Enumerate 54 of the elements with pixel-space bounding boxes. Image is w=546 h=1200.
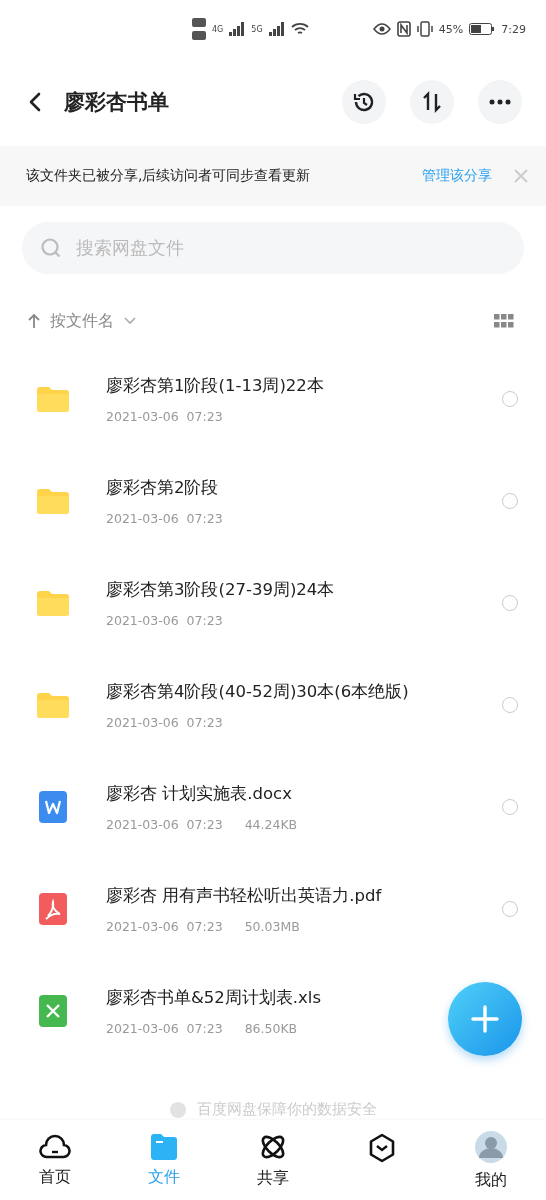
battery-icon [469,23,496,35]
file-name[interactable]: 廖彩杏第4阶段(40-52周)30本(6本绝版) [106,680,409,703]
folder-icon [148,1132,179,1161]
battery-percent: 45% [438,22,464,36]
file-date: 2021-03-06 07:23 [106,918,223,934]
spreadsheet-icon [36,994,70,1028]
file-name[interactable]: 廖彩杏第3阶段(27-39周)24本 [106,578,335,601]
file-date: 2021-03-06 07:23 [106,816,223,832]
file-size: 44.24KB [244,816,298,832]
plus-icon [470,1004,500,1034]
transfer-button[interactable] [410,80,454,124]
file-name[interactable]: 廖彩杏 计划实施表.docx [106,782,292,805]
grid-view-icon[interactable] [494,314,514,328]
hexagon-icon [368,1132,397,1163]
sort-dropdown[interactable]: 按文件名 [50,310,114,332]
file-name[interactable]: 廖彩杏第2阶段 [106,476,219,499]
close-icon[interactable] [514,169,528,183]
file-size: 50.03MB [244,918,300,934]
pdf-document-icon [36,892,70,926]
file-name[interactable]: 廖彩杏书单&52周计划表.xls [106,986,322,1009]
more-button[interactable] [478,80,522,124]
file-date: 2021-03-06 07:23 [106,714,223,730]
more-icon [489,99,511,105]
clock-time: 7:29 [501,22,526,36]
file-name[interactable]: 廖彩杏 用有声书轻松听出英语力.pdf [106,884,382,907]
eye-icon [372,23,391,35]
page-title: 廖彩杏书单 [64,89,170,116]
file-date: 2021-03-06 07:23 [106,612,223,628]
avatar-icon [474,1129,509,1164]
chevron-down-icon[interactable] [124,317,136,325]
history-button[interactable] [342,80,386,124]
file-name[interactable]: 廖彩杏第1阶段(1-13周)22本 [106,374,324,397]
arrow-up-icon [28,313,40,329]
file-size: 86.50KB [244,1020,298,1036]
signal-icon [268,22,285,36]
network-label: 5G [251,24,263,34]
add-button[interactable] [448,982,522,1056]
history-icon [352,90,376,114]
file-date: 2021-03-06 07:23 [106,510,223,526]
nfc-icon [396,21,411,37]
swap-arrows-icon [421,91,443,113]
word-document-icon [36,790,70,824]
share-notice: 该文件夹已被分享,后续访问者可同步查看更新 [26,167,312,185]
file-date: 2021-03-06 07:23 [106,1020,223,1036]
file-date: 2021-03-06 07:23 [106,408,223,424]
wifi-icon [290,22,309,36]
nav-tab[interactable]: 首页 [0,1120,110,1200]
nav-tab[interactable]: 我的 [436,1120,546,1200]
cloud-icon [38,1132,71,1161]
vibrate-icon [416,21,433,37]
nav-tab[interactable]: 共享 [218,1120,328,1200]
search-icon [40,237,62,259]
signal-icon [229,22,246,36]
network-label: 4G [212,24,224,34]
